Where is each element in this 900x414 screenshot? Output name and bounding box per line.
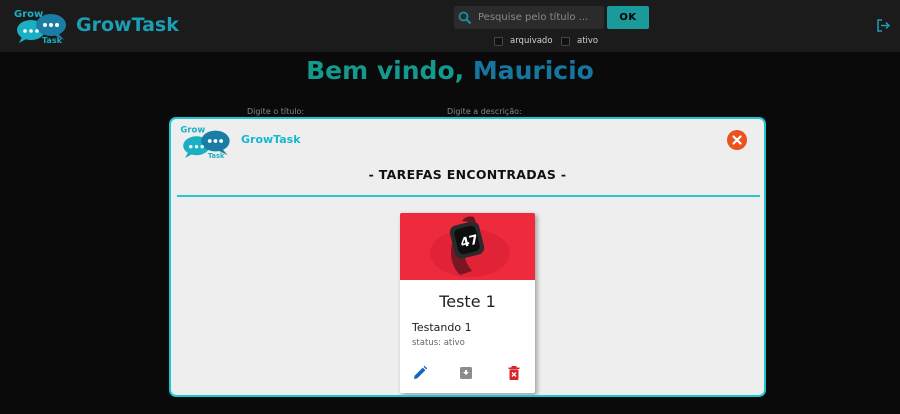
logo-grow-text: Grow bbox=[14, 9, 43, 20]
search-results-modal: Grow Task GrowTask - TAREFAS ENCONTRADAS… bbox=[169, 117, 766, 397]
task-status-label: status: bbox=[412, 338, 441, 348]
logout-icon[interactable] bbox=[876, 18, 891, 33]
task-description: Testando 1 bbox=[412, 321, 472, 334]
search-input[interactable] bbox=[478, 6, 604, 29]
archive-icon bbox=[460, 367, 472, 379]
modal-logo-task-text: Task bbox=[208, 152, 225, 159]
welcome-username: Mauricio bbox=[472, 56, 594, 85]
search-box[interactable] bbox=[454, 6, 604, 29]
pencil-icon bbox=[414, 365, 428, 379]
app-logo[interactable]: Grow Task GrowTask bbox=[12, 6, 179, 44]
welcome-heading: Bem vindo, Mauricio bbox=[0, 56, 900, 85]
modal-brand: GrowTask bbox=[241, 133, 301, 146]
archive-task-button[interactable] bbox=[458, 365, 474, 381]
modal-close-button[interactable] bbox=[727, 130, 747, 150]
task-status-value: ativo bbox=[443, 338, 465, 348]
edit-task-button[interactable] bbox=[412, 365, 428, 381]
search-ok-button[interactable]: OK bbox=[607, 6, 649, 29]
title-field-label: Digite o título: bbox=[247, 107, 305, 116]
welcome-prefix: Bem vindo, bbox=[306, 56, 465, 85]
smartwatch-image-icon: 47 bbox=[400, 213, 535, 280]
task-card-actions bbox=[400, 365, 535, 387]
description-field-label: Digite a descrição: bbox=[447, 107, 522, 116]
modal-logo-grow-text: Grow bbox=[180, 125, 205, 135]
task-status: status: ativo bbox=[412, 338, 465, 348]
trash-icon bbox=[508, 366, 520, 380]
modal-divider bbox=[177, 195, 760, 197]
task-title: Teste 1 bbox=[439, 292, 496, 311]
modal-heading: - TAREFAS ENCONTRADAS - bbox=[368, 167, 567, 182]
logo-task-text: Task bbox=[42, 36, 63, 44]
filter-ativo[interactable]: ativo bbox=[561, 36, 598, 46]
delete-task-button[interactable] bbox=[506, 365, 522, 381]
arquivado-checkbox[interactable] bbox=[494, 36, 503, 46]
close-icon bbox=[732, 135, 742, 145]
app-title: GrowTask bbox=[76, 14, 179, 36]
ativo-checkbox[interactable] bbox=[561, 36, 570, 46]
modal-logo-icon: Grow Task bbox=[180, 125, 230, 159]
ativo-label: ativo bbox=[577, 36, 599, 46]
task-card-image: 47 bbox=[400, 213, 535, 280]
top-bar: Grow Task GrowTask OK arquivado ativo bbox=[0, 0, 900, 52]
chat-bubbles-logo-icon: Grow Task bbox=[14, 9, 66, 44]
search-icon bbox=[458, 11, 472, 24]
filter-arquivado[interactable]: arquivado bbox=[494, 36, 553, 46]
arquivado-label: arquivado bbox=[510, 36, 553, 46]
task-card: 47 Teste 1 Testando 1 status: ativo bbox=[400, 213, 535, 393]
